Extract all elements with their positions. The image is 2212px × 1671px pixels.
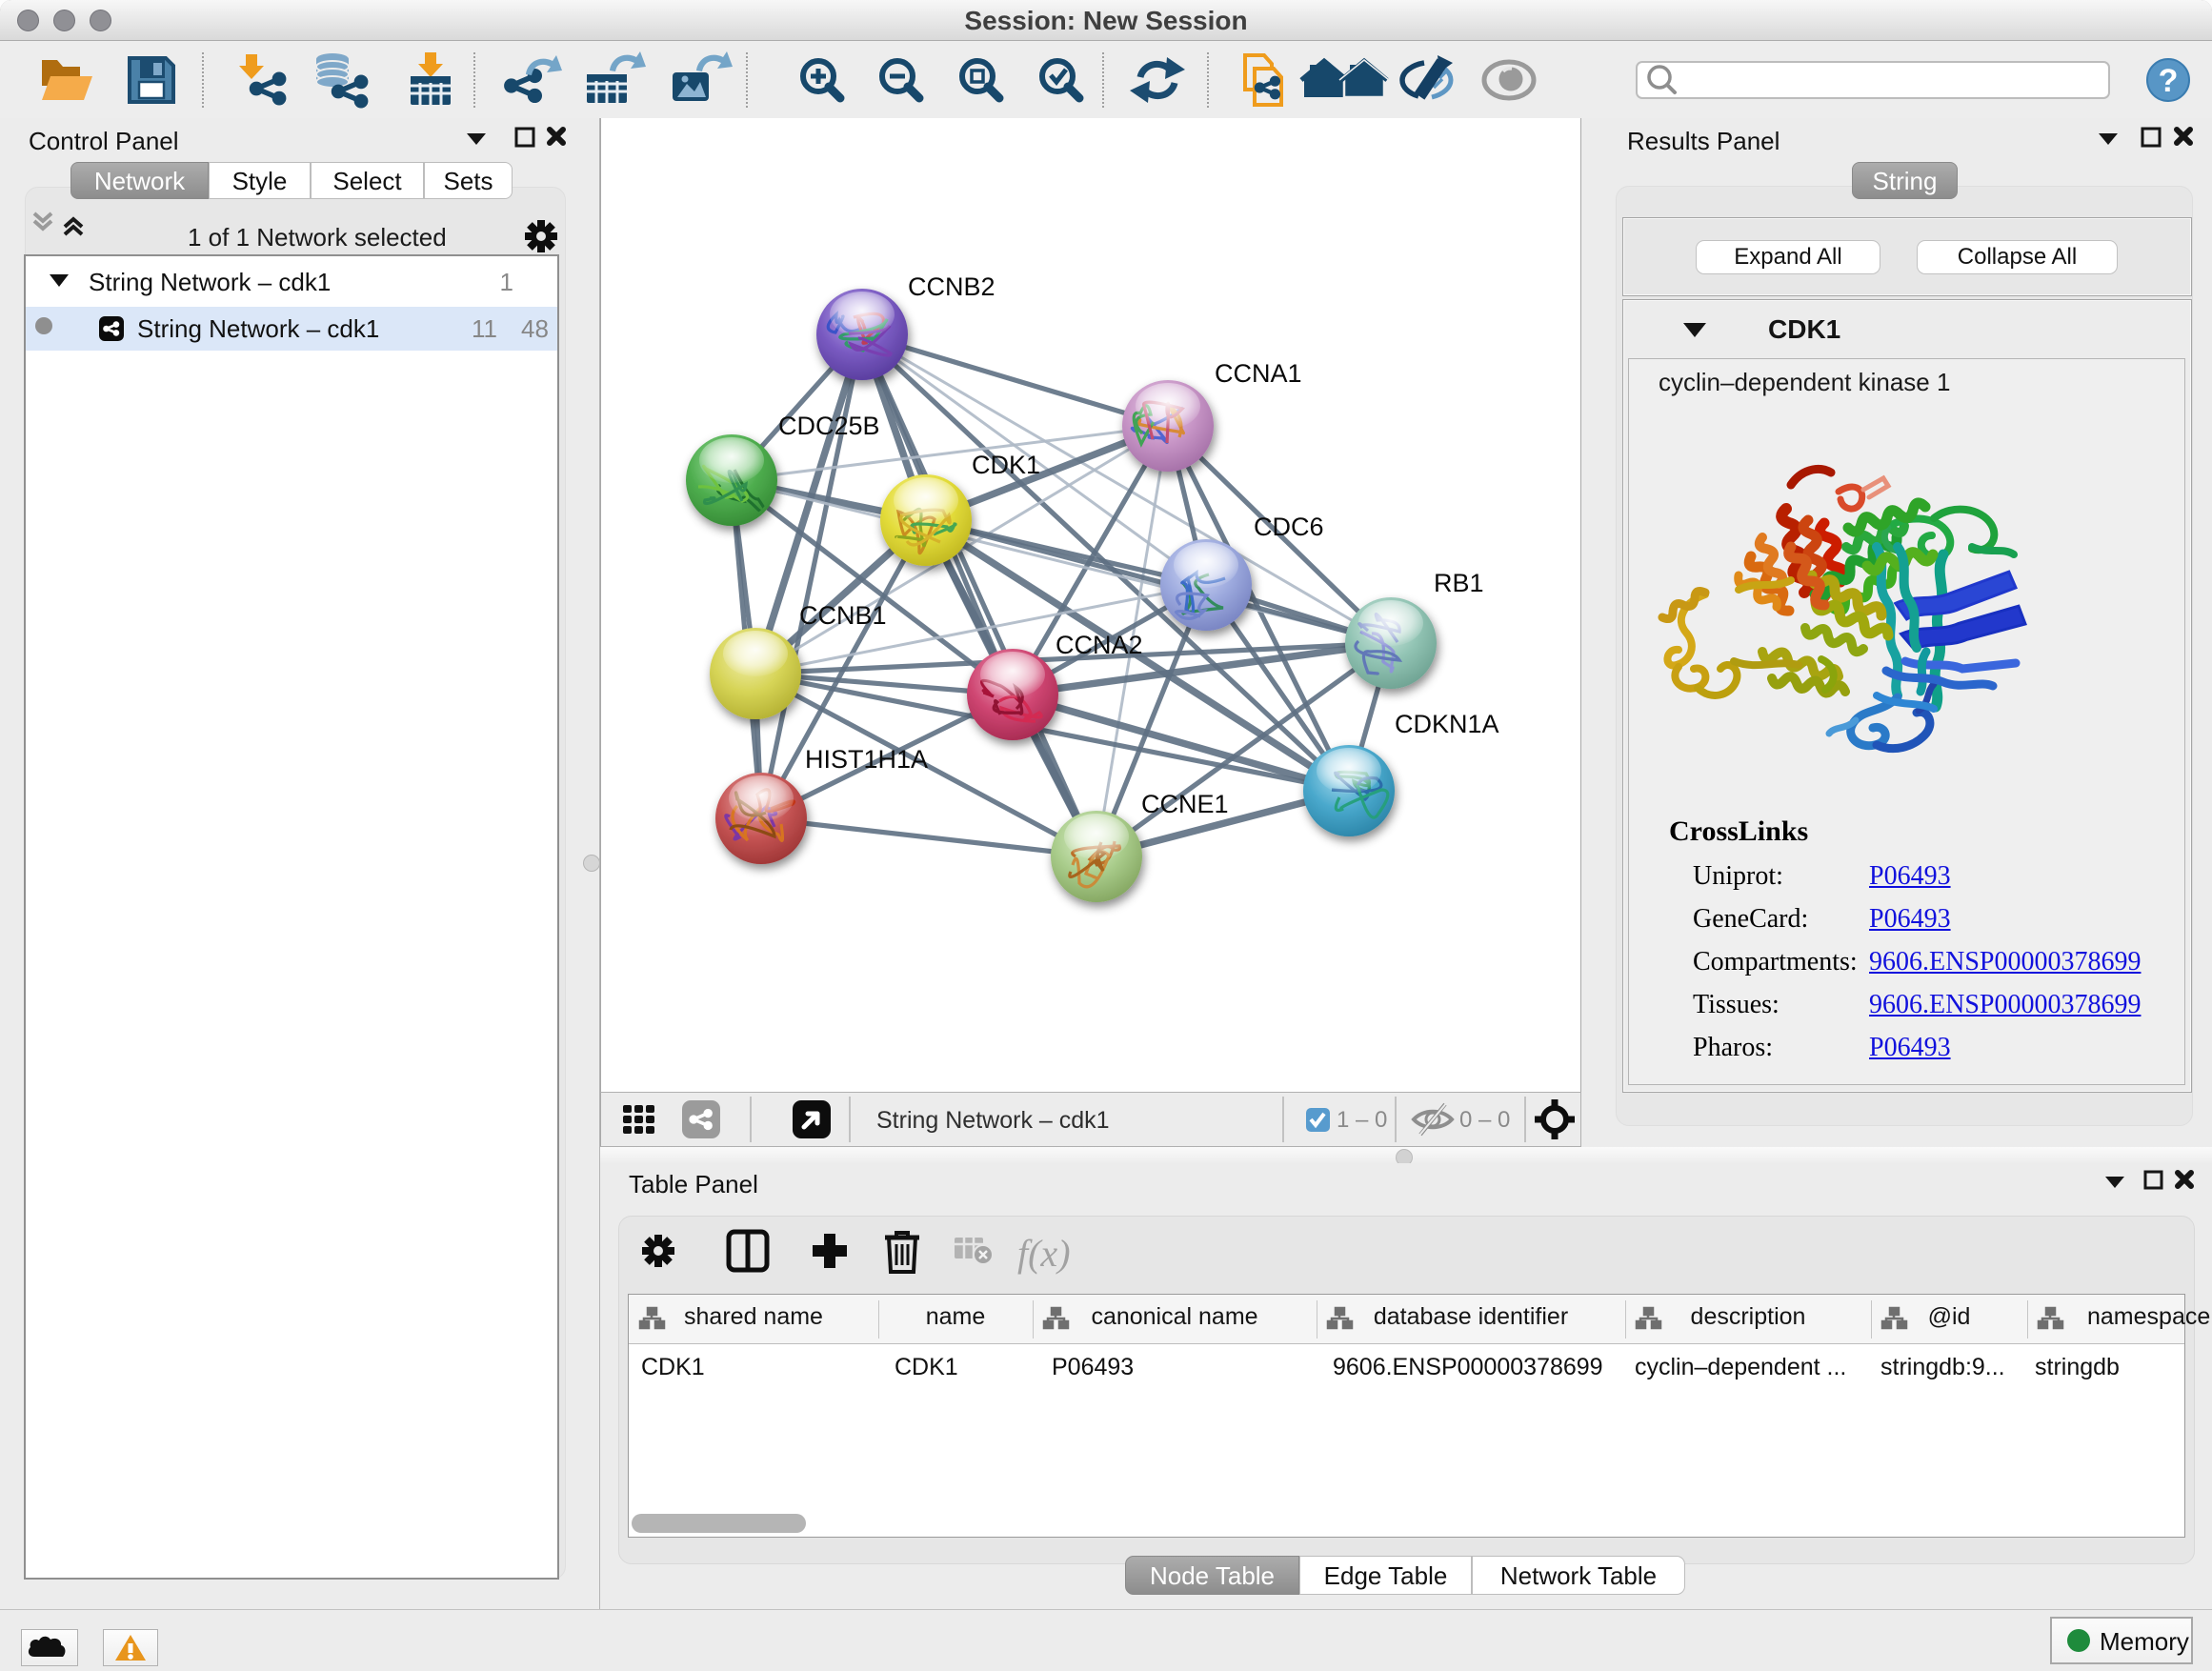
svg-text:1 – 0: 1 – 0	[1337, 1107, 1387, 1133]
svg-text:String Network – cdk1: String Network – cdk1	[876, 1107, 1110, 1134]
svg-text:CCNB2: CCNB2	[908, 272, 995, 301]
svg-text:CCNB1: CCNB1	[799, 601, 887, 630]
svg-text:CDK1: CDK1	[972, 451, 1040, 479]
svg-text:CCNE1: CCNE1	[1141, 790, 1229, 818]
svg-text:f(x): f(x)	[1017, 1232, 1071, 1275]
svg-text:CDC6: CDC6	[1254, 513, 1324, 541]
svg-text:0 – 0: 0 – 0	[1459, 1107, 1510, 1133]
svg-text:RB1: RB1	[1434, 569, 1484, 597]
svg-text:CCNA1: CCNA1	[1215, 359, 1302, 388]
svg-text:HIST1H1A: HIST1H1A	[805, 745, 928, 774]
svg-text:CDC25B: CDC25B	[778, 412, 880, 440]
svg-text:?: ?	[2159, 63, 2179, 99]
svg-text:CDKN1A: CDKN1A	[1395, 710, 1499, 738]
svg-text:CCNA2: CCNA2	[1056, 631, 1143, 659]
